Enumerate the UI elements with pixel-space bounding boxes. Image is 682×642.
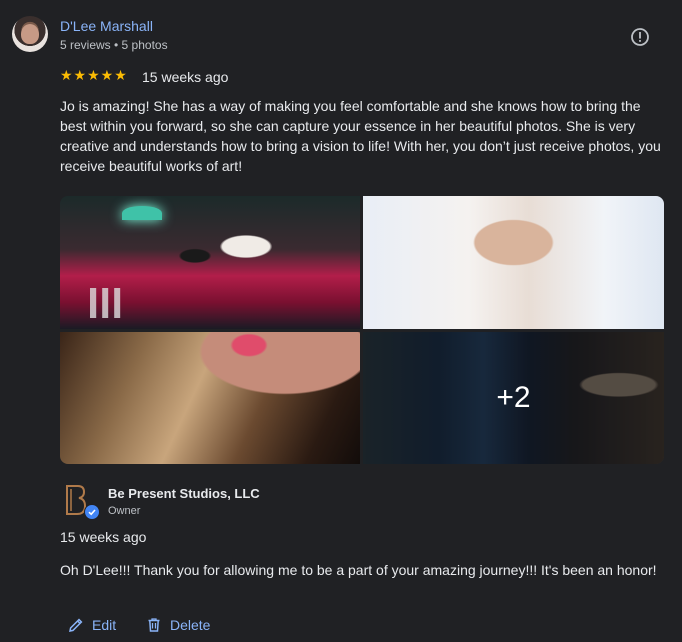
review-photo[interactable] bbox=[363, 196, 664, 329]
owner-name[interactable]: Be Present Studios, LLC bbox=[108, 486, 260, 501]
reviewer-name[interactable]: D'Lee Marshall bbox=[60, 18, 153, 34]
star-rating: ★★★★★ bbox=[60, 67, 128, 83]
review-time: 15 weeks ago bbox=[142, 69, 229, 85]
delete-button[interactable]: Delete bbox=[146, 614, 210, 636]
photo-gallery: +2 bbox=[60, 196, 664, 464]
reviewer-avatar[interactable] bbox=[12, 16, 48, 52]
review-photo[interactable] bbox=[60, 196, 360, 329]
report-button[interactable] bbox=[630, 27, 650, 47]
review-header: D'Lee Marshall 5 reviews • 5 photos bbox=[12, 16, 672, 56]
reply-time: 15 weeks ago bbox=[60, 529, 147, 545]
review-text: Jo is amazing! She has a way of making y… bbox=[60, 98, 661, 174]
lamp-detail bbox=[122, 206, 162, 220]
owner-role: Owner bbox=[108, 505, 141, 517]
delete-label: Delete bbox=[170, 617, 211, 633]
owner-response-header: Be Present Studios, LLC Owner bbox=[60, 480, 660, 524]
trash-icon bbox=[148, 618, 160, 632]
pencil-icon bbox=[69, 618, 83, 632]
alert-circle-icon bbox=[631, 28, 649, 46]
edit-label: Edit bbox=[92, 617, 117, 633]
reply-text: Oh D'Lee!!! Thank you for allowing me to… bbox=[60, 562, 657, 578]
candles-detail bbox=[90, 288, 130, 318]
review-photo-more[interactable]: +2 bbox=[363, 332, 664, 464]
edit-button[interactable]: Edit bbox=[68, 614, 116, 636]
verified-check-icon bbox=[84, 504, 100, 520]
more-photos-count[interactable]: +2 bbox=[363, 332, 664, 464]
reviewer-meta: 5 reviews • 5 photos bbox=[60, 38, 168, 52]
review-photo[interactable] bbox=[60, 332, 360, 464]
